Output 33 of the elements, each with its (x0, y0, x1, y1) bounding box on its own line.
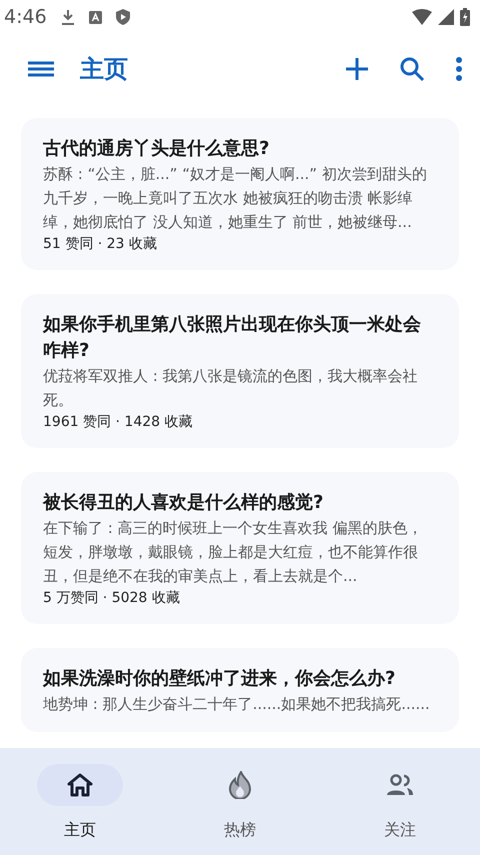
battery-icon (460, 8, 470, 26)
download-icon (60, 9, 75, 25)
question-title: 如果你手机里第八张照片出现在你头顶一米处会咋样? (43, 313, 422, 363)
signal-icon (438, 9, 454, 25)
home-icon (67, 773, 93, 797)
answer-card[interactable]: 如果洗澡时你的壁纸冲了进来，你会怎么办? 地势坤 : 那人生少奋斗二十年了......如果她不把我搞死...... (21, 648, 459, 732)
question-title: 如果洗澡时你的壁纸冲了进来，你会怎么办? (43, 667, 396, 691)
status-time: 4:46 (4, 6, 47, 28)
nav-tab[interactable]: 关注 (320, 748, 480, 855)
answer-excerpt: 地势坤 : 那人生少奋斗二十年了......如果她不把我搞死...... (43, 694, 431, 715)
answer-stats: 1961 赞同 · 1428 收藏 (43, 413, 194, 432)
nav-tab[interactable]: 热榜 (160, 748, 320, 855)
keyboard-app-icon (88, 10, 102, 24)
answer-excerpt: 优菈将军双推人 : 我第八张是镜流的色图，我大概率会社死。 (43, 366, 419, 411)
flame-icon (229, 771, 251, 799)
answer-excerpt: 苏酥 : “公主，脏...” “奴才是一阉人啊...” 初次尝到甜头的九千岁，一晚上竟叫了五次水 她被疯狂的吻击溃 帐影绰绰，她彻底怕了 没人知道，她重生了 前世，她被继母... (43, 164, 428, 233)
shield-icon (116, 9, 130, 25)
answer-card[interactable]: 古代的通房丫头是什么意思? 苏酥 : “公主，脏...” “奴才是一阉人啊...” 初次尝到甜头的九千岁，一晚上竟叫了五次水 她被疯狂的吻击溃 帐影绰绰，她彻底怕了 没人知道，她重生了 前世，她被继母... 51 赞同 · 23 收藏 (21, 118, 459, 270)
answer-stats: 51 赞同 · 23 收藏 (43, 235, 158, 254)
menu-icon[interactable] (28, 61, 54, 77)
people-icon (386, 774, 414, 796)
question-title: 古代的通房丫头是什么意思? (43, 137, 270, 161)
more-icon[interactable] (456, 57, 462, 81)
answer-card[interactable]: 如果你手机里第八张照片出现在你头顶一米处会咋样? 优菈将军双推人 : 我第八张是镜流的色图，我大概率会社死。 1961 赞同 · 1428 收藏 (21, 294, 459, 448)
answer-excerpt: 在下输了 : 高三的时候班上一个女生喜欢我 偏黑的肤色，短发，胖墩墩，戴眼镜，脸上都是大红痘，也不能算作很丑，但是绝不在我的审美点上，看上去就是个... (43, 518, 424, 587)
search-icon[interactable] (400, 57, 424, 81)
page-title: 主页 (80, 54, 128, 85)
wifi-icon (412, 9, 432, 25)
add-icon[interactable] (346, 58, 368, 80)
answer-card[interactable]: 被长得丑的人喜欢是什么样的感觉? 在下输了 : 高三的时候班上一个女生喜欢我 偏黑的肤色，短发，胖墩墩，戴眼镜，脸上都是大红痘，也不能算作很丑，但是绝不在我的审美点上，看上去就是个... 5 万赞同 · 5028 收藏 (21, 472, 459, 624)
answer-stats: 5 万赞同 · 5028 收藏 (43, 589, 181, 608)
question-title: 被长得丑的人喜欢是什么样的感觉? (43, 491, 324, 515)
nav-tab[interactable]: 主页 (0, 748, 160, 855)
